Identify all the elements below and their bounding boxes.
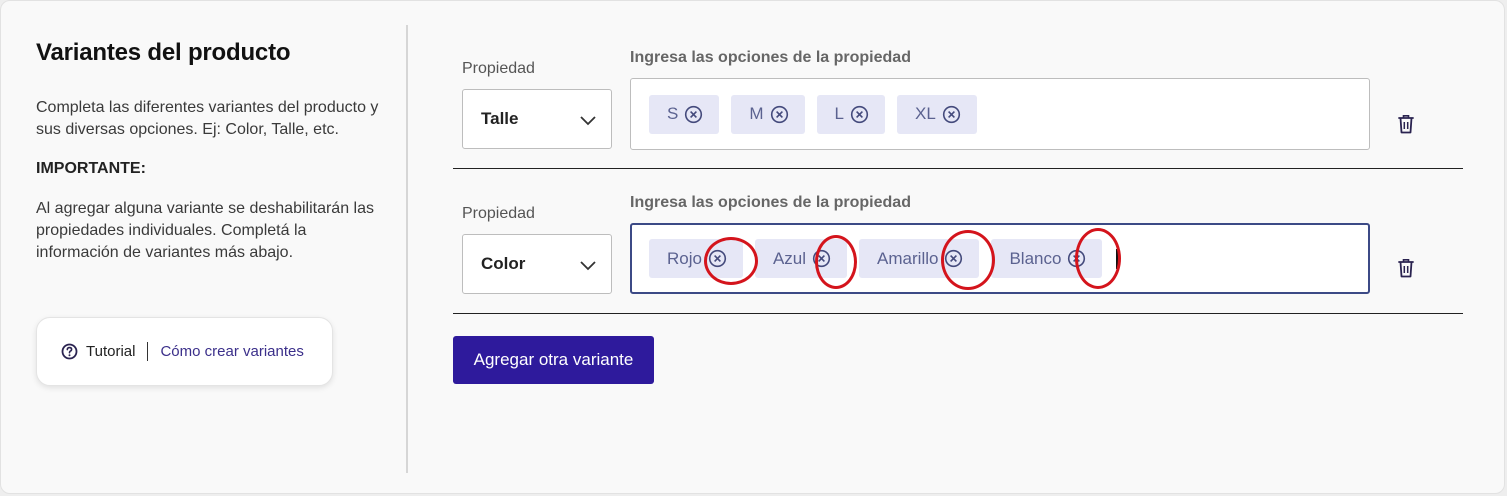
annotation-circle <box>704 237 758 285</box>
property-label: Propiedad <box>462 60 535 77</box>
annotation-circle <box>815 235 857 289</box>
option-tag-label: S <box>667 104 679 123</box>
tutorial-link[interactable]: Cómo crear variantes <box>160 343 303 360</box>
option-tag: S <box>649 94 720 134</box>
option-tag-label: M <box>749 104 764 123</box>
property-select-value: Talle <box>481 109 519 128</box>
vertical-divider <box>406 25 408 473</box>
remove-circle-icon[interactable] <box>770 105 789 124</box>
variant-row: Ingresa las opciones de la propiedad Pro… <box>453 46 1463 169</box>
row-divider <box>453 168 1463 169</box>
important-text: Al agregar alguna variante se deshabilit… <box>36 200 374 261</box>
options-input[interactable]: S M L XL <box>630 78 1370 150</box>
add-variant-button[interactable]: Agregar otra variante <box>453 336 654 384</box>
option-tag-label: Amarillo <box>877 248 939 268</box>
options-label: Ingresa las opciones de la propiedad <box>630 194 911 211</box>
property-select-value: Color <box>481 254 526 273</box>
tutorial-separator <box>147 342 149 361</box>
trash-icon[interactable] <box>1396 257 1416 279</box>
property-select[interactable]: Color <box>462 234 612 294</box>
section-title: Variantes del producto <box>36 39 291 66</box>
question-circle-icon <box>61 343 78 360</box>
option-tag-label: L <box>834 104 844 123</box>
option-tag: L <box>816 94 885 134</box>
property-label: Propiedad <box>462 205 535 222</box>
option-tag: M <box>731 94 805 134</box>
tutorial-box: Tutorial Cómo crear variantes <box>36 317 333 386</box>
option-tag-label: Rojo <box>667 248 702 268</box>
variants-card: Variantes del producto Completa las dife… <box>0 0 1505 494</box>
section-description: Completa las diferentes variantes del pr… <box>36 99 379 138</box>
option-tag-label: Azul <box>772 248 807 268</box>
annotation-circle <box>941 230 995 290</box>
row-divider <box>453 313 1463 314</box>
info-panel: Variantes del producto Completa las dife… <box>36 39 386 264</box>
remove-circle-icon[interactable] <box>942 105 961 124</box>
option-tag: XL <box>896 94 977 134</box>
remove-circle-icon[interactable] <box>850 105 869 124</box>
options-label: Ingresa las opciones de la propiedad <box>630 49 911 66</box>
option-tag-label: Blanco <box>1009 248 1062 268</box>
annotation-circle <box>1075 228 1121 289</box>
important-heading: IMPORTANTE: <box>36 160 146 177</box>
trash-icon[interactable] <box>1396 113 1416 135</box>
tutorial-label: Tutorial <box>86 343 136 360</box>
remove-circle-icon[interactable] <box>684 105 703 124</box>
chevron-down-icon <box>579 112 597 126</box>
chevron-down-icon <box>579 257 597 271</box>
property-select[interactable]: Talle <box>462 89 612 149</box>
option-tag-label: XL <box>914 104 936 123</box>
